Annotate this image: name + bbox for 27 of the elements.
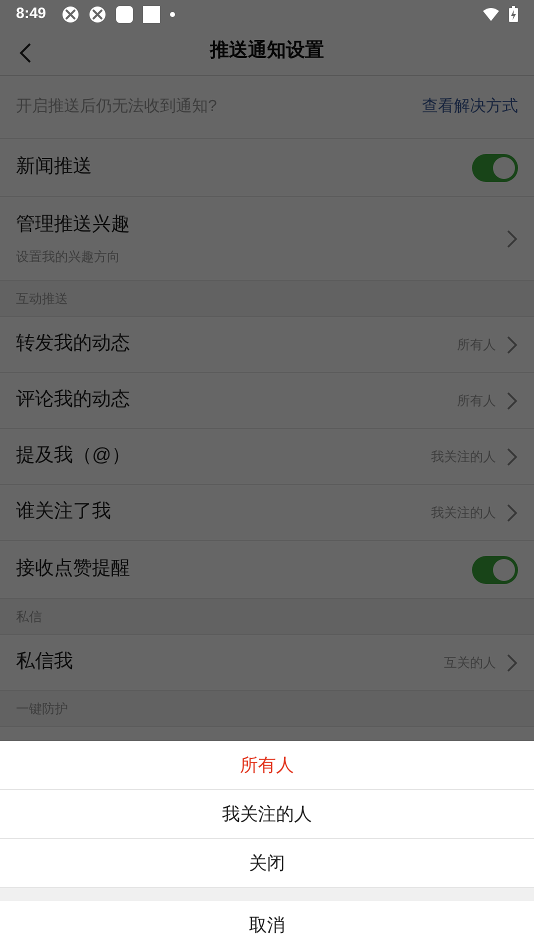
chevron-right-icon bbox=[506, 446, 518, 466]
solution-link[interactable]: 查看解决方式 bbox=[422, 95, 518, 119]
chevron-right-icon bbox=[506, 228, 518, 248]
chevron-right-icon bbox=[506, 502, 518, 522]
page-title: 推送通知设置 bbox=[210, 38, 324, 64]
cancel-button[interactable]: 取消 bbox=[0, 901, 534, 949]
chevron-right-icon bbox=[506, 390, 518, 410]
sheet-option[interactable]: 所有人 bbox=[0, 741, 534, 790]
chevron-right-icon bbox=[506, 334, 518, 354]
status-time: 8:49 bbox=[16, 4, 46, 24]
setting-label: 接收点赞提醒 bbox=[16, 557, 130, 582]
setting-label: 评论我的动态 bbox=[16, 388, 130, 412]
toggle-switch[interactable] bbox=[472, 556, 518, 584]
sheet-option[interactable]: 我关注的人 bbox=[0, 790, 534, 839]
setting-label: 私信我 bbox=[16, 650, 73, 674]
setting-label: 提及我（@） bbox=[16, 444, 130, 468]
setting-label: 谁关注了我 bbox=[16, 500, 111, 524]
setting-label: 转发我的动态 bbox=[16, 332, 130, 356]
setting-label: 新闻推送 bbox=[16, 155, 92, 180]
back-icon[interactable] bbox=[18, 42, 32, 64]
setting-label: 管理推送兴趣 bbox=[16, 212, 130, 236]
battery-icon bbox=[509, 6, 518, 22]
app-square-icon bbox=[116, 6, 134, 22]
wifi-icon bbox=[483, 8, 499, 20]
app-square-icon bbox=[143, 6, 160, 22]
chevron-right-icon bbox=[506, 652, 518, 672]
toggle-switch[interactable] bbox=[472, 154, 518, 182]
